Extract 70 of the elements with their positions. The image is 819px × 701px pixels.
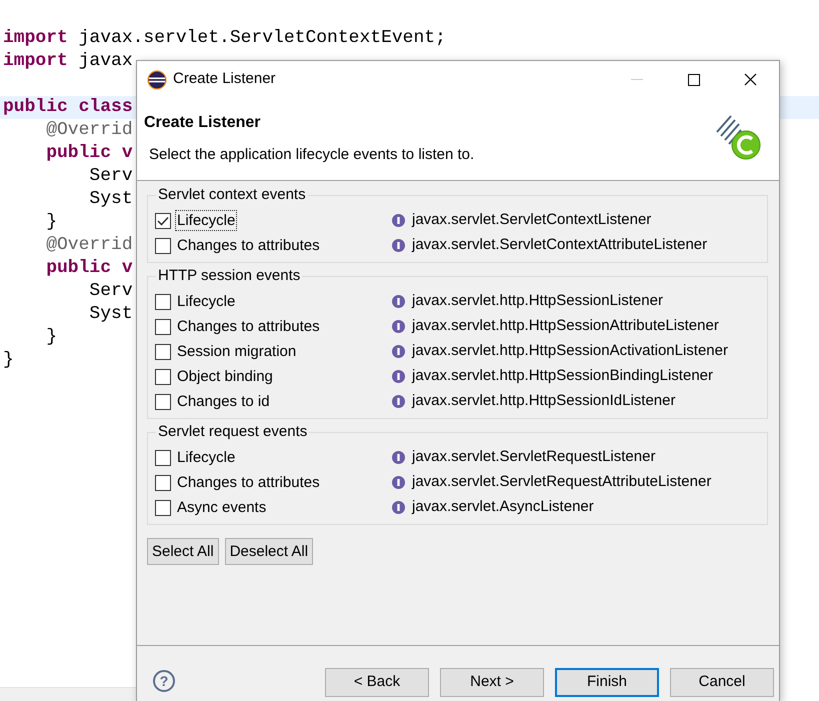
checkbox[interactable] — [155, 212, 171, 228]
group-title: Servlet request events — [156, 423, 310, 441]
interface-name: javax.servlet.http.HttpSessionAttributeListener — [412, 316, 719, 336]
checkbox-label[interactable]: Async events — [175, 497, 268, 518]
interface-icon — [392, 320, 405, 333]
code-line: } — [3, 349, 14, 372]
checkbox[interactable] — [155, 318, 171, 334]
checkbox[interactable] — [155, 238, 171, 254]
code-line: public v — [45, 257, 133, 280]
code-line: Serv — [88, 280, 133, 303]
dialog-button[interactable]: Cancel — [670, 668, 774, 697]
interface-icon — [392, 370, 405, 383]
checkbox-label[interactable]: Changes to attributes — [175, 472, 322, 493]
code-line: Serv — [88, 165, 133, 188]
interface-icon — [392, 295, 405, 308]
dialog-button[interactable]: Finish — [555, 668, 659, 697]
interface-name: javax.servlet.ServletRequestAttributeListener — [412, 472, 712, 492]
checkbox-label[interactable]: Object binding — [175, 366, 275, 387]
interface-icon — [392, 239, 405, 252]
close-icon[interactable] — [744, 73, 757, 86]
checkbox-label[interactable]: Lifecycle — [175, 291, 238, 312]
checkbox[interactable] — [155, 474, 171, 490]
code-line: Syst — [88, 188, 133, 211]
interface-name: javax.servlet.ServletContextListener — [412, 210, 652, 230]
checkbox-label[interactable]: Lifecycle — [175, 447, 238, 468]
interface-name: javax.servlet.http.HttpSessionActivationListener — [412, 341, 728, 362]
code-line: } — [45, 326, 58, 349]
interface-name: javax.servlet.ServletRequestListener — [412, 447, 656, 468]
code-line: import javax — [3, 50, 133, 73]
interface-icon — [392, 395, 405, 408]
checkbox-label[interactable]: Session migration — [175, 341, 298, 362]
interface-name: javax.servlet.http.HttpSessionBindingListener — [412, 366, 713, 386]
dialog-button[interactable]: Next > — [440, 668, 544, 697]
code-line: public v — [45, 142, 133, 165]
checkbox[interactable] — [155, 368, 171, 384]
interface-name: javax.servlet.AsyncListener — [412, 497, 594, 518]
dialog-heading: Create Listener — [144, 113, 262, 133]
interface-name: javax.servlet.ServletContextAttributeListener — [412, 235, 708, 256]
interface-icon — [392, 451, 405, 464]
checkbox[interactable] — [155, 500, 171, 516]
code-line: Syst — [88, 303, 133, 326]
code-line: } — [45, 211, 58, 234]
interface-icon — [392, 501, 405, 514]
app-icon — [147, 70, 167, 90]
checkbox-label[interactable]: Changes to attributes — [175, 316, 322, 337]
interface-name: javax.servlet.http.HttpSessionListener — [412, 291, 663, 312]
maximize-icon[interactable] — [688, 74, 700, 86]
code-line: @Overrid — [45, 234, 133, 257]
select-all-button[interactable]: Select All — [147, 538, 219, 565]
checkbox-label[interactable]: Changes to id — [175, 391, 272, 412]
code-line: public class — [3, 96, 133, 119]
deselect-all-button[interactable]: Deselect All — [224, 538, 314, 565]
checkbox[interactable] — [155, 294, 171, 310]
dialog-button[interactable]: < Back — [325, 668, 429, 697]
help-button[interactable]: ? — [153, 670, 175, 692]
interface-icon — [392, 214, 405, 227]
wizard-class-icon — [716, 115, 760, 160]
scrollbar[interactable] — [0, 687, 136, 701]
code-line: @Overrid — [45, 119, 133, 142]
checkbox-label[interactable]: Changes to attributes — [175, 235, 322, 256]
dialog-description: Select the application lifecycle events to listen to. — [149, 145, 474, 165]
interface-icon — [392, 345, 405, 358]
window-title: Create Listener — [173, 69, 276, 90]
checkbox[interactable] — [155, 344, 171, 360]
checkbox[interactable] — [155, 394, 171, 410]
interface-name: javax.servlet.http.HttpSessionIdListener — [412, 391, 676, 412]
checkbox-label[interactable]: Lifecycle — [175, 210, 238, 231]
interface-icon — [392, 476, 405, 489]
checkbox[interactable] — [155, 450, 171, 466]
code-line: import javax.servlet.ServletContextEvent; — [3, 27, 446, 50]
